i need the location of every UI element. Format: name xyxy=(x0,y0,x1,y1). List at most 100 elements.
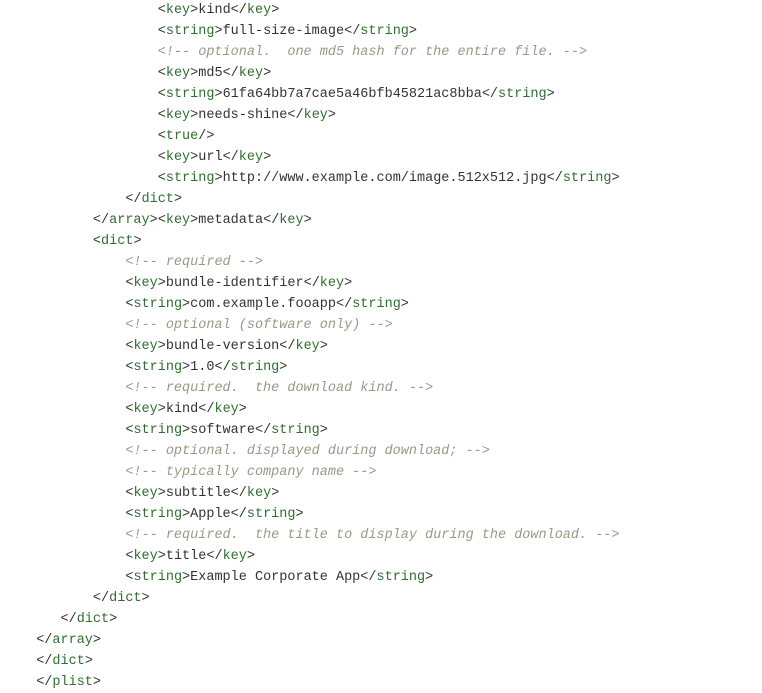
xml-tag-name: key xyxy=(166,3,190,18)
xml-punct: > xyxy=(214,87,222,102)
xml-punct: </ xyxy=(304,276,320,291)
xml-tag-name: string xyxy=(133,360,182,375)
xml-tag-name: string xyxy=(377,570,426,585)
xml-text: 61fa64bb7a7cae5a46bfb45821ac8bba xyxy=(223,87,482,102)
xml-punct: > xyxy=(109,612,117,627)
xml-punct: > xyxy=(182,423,190,438)
xml-punct: > xyxy=(182,507,190,522)
xml-punct: > xyxy=(142,591,150,606)
xml-tag-name: key xyxy=(304,108,328,123)
xml-punct: > xyxy=(158,486,166,501)
xml-punct: </ xyxy=(336,297,352,312)
xml-comment: <!-- typically company name --> xyxy=(125,465,376,480)
code-line: <true/> xyxy=(20,126,742,147)
xml-punct: </ xyxy=(223,66,239,81)
xml-comment: <!-- optional (software only) --> xyxy=(125,318,392,333)
xml-tag-name: key xyxy=(223,549,247,564)
xml-punct: </ xyxy=(198,402,214,417)
code-line: <!-- optional. displayed during download… xyxy=(20,441,742,462)
xml-punct: </ xyxy=(36,654,52,669)
xml-tag-name: key xyxy=(133,276,157,291)
xml-tag-name: dict xyxy=(52,654,84,669)
xml-punct: < xyxy=(158,87,166,102)
xml-text: Apple xyxy=(190,507,231,522)
code-line: <!-- required. the download kind. --> xyxy=(20,378,742,399)
xml-punct: > xyxy=(133,234,141,249)
xml-punct: > xyxy=(158,549,166,564)
xml-tag-name: key xyxy=(247,3,271,18)
xml-punct: < xyxy=(158,129,166,144)
code-line: <key>title</key> xyxy=(20,546,742,567)
code-line: <key>kind</key> xyxy=(20,0,742,21)
code-line: <string>full-size-image</string> xyxy=(20,21,742,42)
xml-tag-name: string xyxy=(247,507,296,522)
xml-punct: > xyxy=(158,339,166,354)
xml-punct: < xyxy=(158,171,166,186)
xml-punct: < xyxy=(93,234,101,249)
code-line: <key>bundle-version</key> xyxy=(20,336,742,357)
code-line: <string>61fa64bb7a7cae5a46bfb45821ac8bba… xyxy=(20,84,742,105)
xml-punct: </ xyxy=(93,213,109,228)
xml-comment: <!-- required. the download kind. --> xyxy=(125,381,433,396)
xml-tag-name: key xyxy=(279,213,303,228)
code-line: <string>software</string> xyxy=(20,420,742,441)
xml-punct: > xyxy=(174,192,182,207)
code-block: <key>kind</key> <string>full-size-image<… xyxy=(0,0,762,693)
xml-punct: > xyxy=(182,297,190,312)
xml-punct: </ xyxy=(231,507,247,522)
code-line: <key>subtitle</key> xyxy=(20,483,742,504)
xml-tag-name: array xyxy=(109,213,150,228)
xml-tag-name: key xyxy=(133,339,157,354)
code-line: <!-- typically company name --> xyxy=(20,462,742,483)
xml-tag-name: string xyxy=(563,171,612,186)
xml-punct: > xyxy=(304,213,312,228)
xml-punct: > xyxy=(328,108,336,123)
xml-tag-name: key xyxy=(166,150,190,165)
xml-punct: > xyxy=(263,66,271,81)
xml-tag-name: key xyxy=(166,213,190,228)
xml-punct: < xyxy=(158,3,166,18)
xml-tag-name: string xyxy=(133,507,182,522)
xml-punct: </ xyxy=(36,633,52,648)
xml-punct: </ xyxy=(231,486,247,501)
xml-text: Example Corporate App xyxy=(190,570,360,585)
xml-punct: </ xyxy=(206,549,222,564)
xml-punct: </ xyxy=(214,360,230,375)
xml-tag-name: string xyxy=(498,87,547,102)
xml-punct: </ xyxy=(223,150,239,165)
xml-text: url xyxy=(198,150,222,165)
xml-tag-name: key xyxy=(133,402,157,417)
code-line: </dict> xyxy=(20,588,742,609)
code-line: <!-- optional. one md5 hash for the enti… xyxy=(20,42,742,63)
xml-punct: < xyxy=(158,213,166,228)
xml-punct: </ xyxy=(279,339,295,354)
xml-punct: > xyxy=(295,507,303,522)
xml-text: kind xyxy=(166,402,198,417)
xml-tag-name: true xyxy=(166,129,198,144)
xml-tag-name: key xyxy=(166,66,190,81)
xml-tag-name: key xyxy=(214,402,238,417)
xml-tag-name: dict xyxy=(77,612,109,627)
xml-text: http://www.example.com/image.512x512.jpg xyxy=(223,171,547,186)
xml-punct: </ xyxy=(482,87,498,102)
xml-punct: > xyxy=(279,360,287,375)
xml-tag-name: string xyxy=(166,24,215,39)
xml-punct: </ xyxy=(125,192,141,207)
xml-tag-name: string xyxy=(271,423,320,438)
xml-tag-name: key xyxy=(239,66,263,81)
xml-comment: <!-- required --> xyxy=(125,255,263,270)
xml-comment: <!-- optional. one md5 hash for the enti… xyxy=(158,45,587,60)
xml-punct: > xyxy=(409,24,417,39)
xml-punct: > xyxy=(271,3,279,18)
code-line: <!-- required --> xyxy=(20,252,742,273)
xml-punct: > xyxy=(401,297,409,312)
xml-punct: > xyxy=(158,402,166,417)
xml-text: md5 xyxy=(198,66,222,81)
xml-punct: > xyxy=(214,24,222,39)
xml-text: bundle-version xyxy=(166,339,279,354)
xml-text: subtitle xyxy=(166,486,231,501)
code-line: <key>md5</key> xyxy=(20,63,742,84)
code-line: <key>bundle-identifier</key> xyxy=(20,273,742,294)
xml-tag-name: string xyxy=(166,87,215,102)
xml-text: metadata xyxy=(198,213,263,228)
